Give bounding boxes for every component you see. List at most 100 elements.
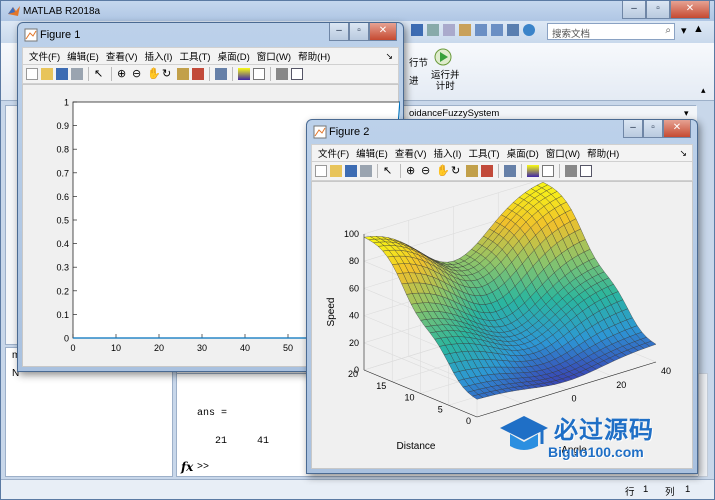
open-file-icon[interactable]	[330, 165, 342, 177]
run-section-label[interactable]: 行节	[409, 55, 428, 69]
colorbar-icon[interactable]	[238, 68, 250, 80]
menu-insert[interactable]: 插入(I)	[144, 49, 172, 63]
surface-mesh	[363, 182, 657, 400]
x-tick-label: 40	[240, 343, 250, 353]
new-figure-icon[interactable]	[315, 165, 327, 177]
fx-icon[interactable]: fx	[181, 460, 193, 474]
x-tick-label: 0	[572, 394, 577, 404]
show-tools-icon[interactable]	[580, 165, 592, 177]
editor-tab-dropdown-icon[interactable]: ▾	[684, 108, 689, 119]
ribbon-collapse-icon[interactable]: ▴	[701, 85, 706, 96]
menu-window[interactable]: 窗口(W)	[257, 49, 291, 63]
menu-insert[interactable]: 插入(I)	[433, 146, 461, 160]
status-row-value: 1	[643, 484, 649, 495]
figure2-close-button[interactable]: ✕	[663, 120, 691, 138]
y-tick-label: 0	[64, 334, 69, 344]
zoom-out-icon[interactable]: ⊖	[421, 165, 433, 177]
cut-icon[interactable]	[427, 24, 439, 36]
legend-icon[interactable]	[253, 68, 265, 80]
legend-icon[interactable]	[542, 165, 554, 177]
z-tick-label: 80	[349, 256, 359, 266]
community-icon[interactable]: ▾	[681, 24, 687, 37]
bell-icon[interactable]: ▲	[693, 23, 704, 35]
pan-icon[interactable]: ✋	[147, 68, 161, 80]
search-icon[interactable]: ⌕	[665, 25, 671, 36]
copy-icon[interactable]	[443, 24, 455, 36]
link-plot-icon[interactable]	[215, 68, 227, 80]
x-tick-label: 40	[661, 366, 671, 376]
menu-tools[interactable]: 工具(T)	[468, 146, 499, 160]
menu-desktop[interactable]: 桌面(D)	[507, 146, 539, 160]
menu-help[interactable]: 帮助(H)	[587, 146, 619, 160]
run-and-time-icon[interactable]	[433, 47, 453, 67]
zoom-in-icon[interactable]: ⊕	[117, 68, 129, 80]
y-tick-label: 0.8	[56, 145, 69, 155]
menubar-dock-icon[interactable]: ↘	[679, 148, 687, 159]
print-icon[interactable]	[71, 68, 83, 80]
switch-windows-icon[interactable]	[507, 24, 519, 36]
data-cursor-icon[interactable]	[177, 68, 189, 80]
menubar-dock-icon[interactable]: ↘	[385, 51, 393, 62]
undo-icon[interactable]	[475, 24, 487, 36]
command-output-label: ans =	[197, 408, 228, 419]
redo-icon[interactable]	[491, 24, 503, 36]
figure2-maximize-button[interactable]: ▫	[643, 120, 663, 138]
maximize-button[interactable]: ▫	[646, 1, 670, 19]
menu-help[interactable]: 帮助(H)	[298, 49, 330, 63]
save-figure-icon[interactable]	[345, 165, 357, 177]
rotate-icon[interactable]: ↻	[162, 68, 174, 80]
x-tick-label: 20	[616, 380, 626, 390]
rotate-icon[interactable]: ↻	[451, 165, 463, 177]
save-icon[interactable]	[411, 24, 423, 36]
pan-icon[interactable]: ✋	[436, 165, 450, 177]
menu-edit[interactable]: 编辑(E)	[356, 146, 388, 160]
zoom-in-icon[interactable]: ⊕	[406, 165, 418, 177]
command-scrollbar[interactable]	[698, 373, 708, 477]
quick-access-bar	[411, 24, 535, 36]
menu-tools[interactable]: 工具(T)	[179, 49, 210, 63]
y-axis-label: Distance	[397, 441, 436, 452]
y-tick-label: 5	[438, 404, 443, 414]
brush-icon[interactable]	[481, 165, 493, 177]
menu-window[interactable]: 窗口(W)	[546, 146, 580, 160]
editor-tab-label[interactable]: oidanceFuzzySystem	[409, 108, 499, 119]
search-box[interactable]: 搜索文档 ⌕	[547, 23, 675, 40]
data-cursor-icon[interactable]	[466, 165, 478, 177]
y-tick-label: 15	[376, 381, 386, 391]
menu-edit[interactable]: 编辑(E)	[67, 49, 99, 63]
figure2-caption-buttons: ‒ ▫ ✕	[623, 120, 691, 138]
advance-label[interactable]: 进	[409, 73, 419, 87]
show-tools-icon[interactable]	[291, 68, 303, 80]
menu-desktop[interactable]: 桌面(D)	[218, 49, 250, 63]
figure1-minimize-button[interactable]: ‒	[329, 23, 349, 41]
zoom-out-icon[interactable]: ⊖	[132, 68, 144, 80]
menu-file[interactable]: 文件(F)	[29, 49, 60, 63]
hide-tools-icon[interactable]	[276, 68, 288, 80]
y-tick-label: 0.5	[56, 216, 69, 226]
colorbar-icon[interactable]	[527, 165, 539, 177]
save-figure-icon[interactable]	[56, 68, 68, 80]
menu-view[interactable]: 查看(V)	[395, 146, 427, 160]
close-button[interactable]: ✕	[670, 1, 710, 19]
paste-icon[interactable]	[459, 24, 471, 36]
brush-icon[interactable]	[192, 68, 204, 80]
open-file-icon[interactable]	[41, 68, 53, 80]
watermark-title: 必过源码	[554, 417, 654, 444]
figure1-close-button[interactable]: ✕	[369, 23, 397, 41]
command-prompt[interactable]: >>	[197, 462, 209, 473]
pointer-icon[interactable]: ↖	[94, 68, 106, 80]
menu-view[interactable]: 查看(V)	[106, 49, 138, 63]
figure1-maximize-button[interactable]: ▫	[349, 23, 369, 41]
figure2-minimize-button[interactable]: ‒	[623, 120, 643, 138]
hide-tools-icon[interactable]	[565, 165, 577, 177]
minimize-button[interactable]: ‒	[622, 1, 646, 19]
new-figure-icon[interactable]	[26, 68, 38, 80]
y-tick-label: 0	[466, 416, 471, 426]
print-icon[interactable]	[360, 165, 372, 177]
help-icon[interactable]	[523, 24, 535, 36]
menu-file[interactable]: 文件(F)	[318, 146, 349, 160]
run-and-time-label[interactable]: 运行并 计时	[431, 70, 460, 92]
link-plot-icon[interactable]	[504, 165, 516, 177]
pointer-icon[interactable]: ↖	[383, 165, 395, 177]
search-input[interactable]: 搜索文档	[552, 26, 590, 40]
